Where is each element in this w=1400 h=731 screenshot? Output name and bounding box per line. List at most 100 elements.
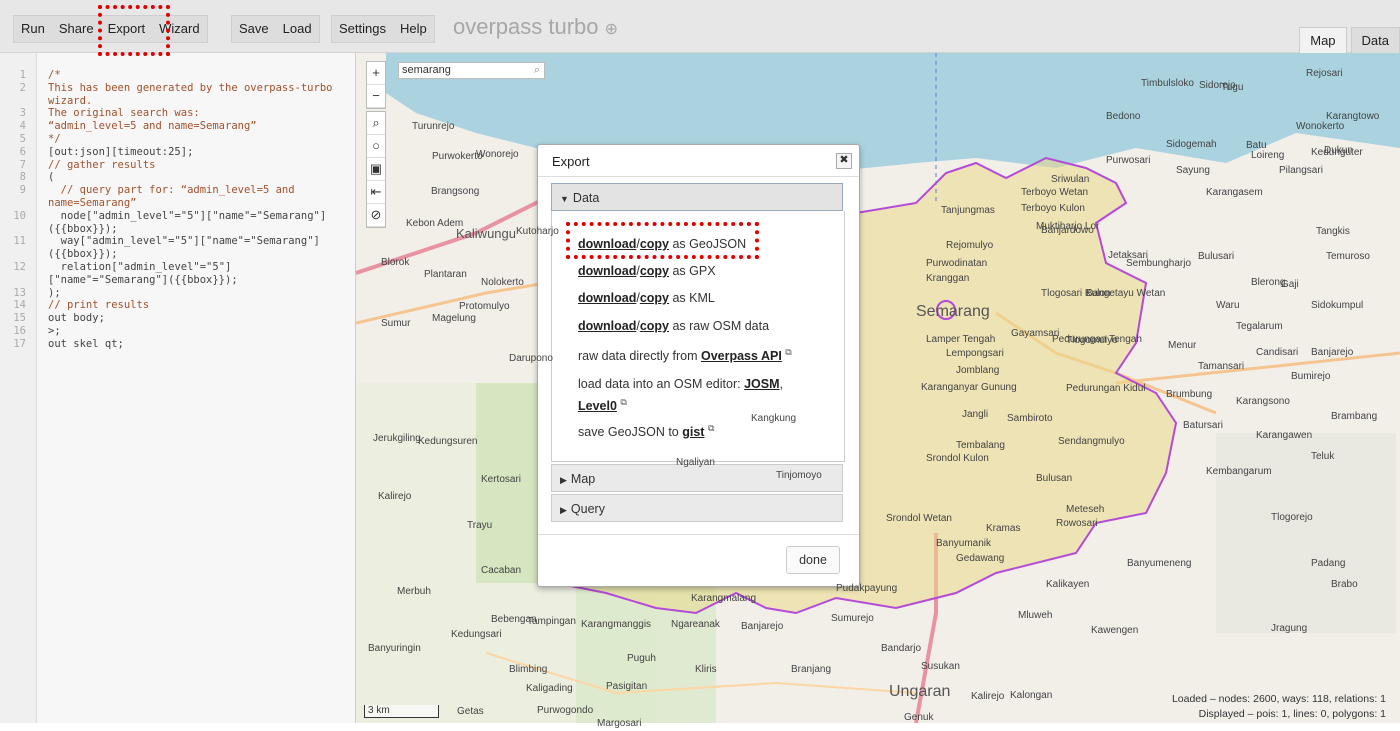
save-load-group: Save Load bbox=[231, 15, 320, 43]
map-place-label: Darupono bbox=[509, 353, 553, 364]
line-text: >; bbox=[48, 324, 61, 337]
line-text: // gather results bbox=[48, 158, 156, 171]
share-button[interactable]: Share bbox=[52, 16, 101, 42]
map-place-label: Protomulyo bbox=[459, 301, 510, 312]
fit-data-icon[interactable]: ⇤ bbox=[367, 181, 385, 204]
map-place-label: Gedawang bbox=[956, 553, 1005, 564]
map-place-label: Tamansari bbox=[1198, 361, 1245, 372]
map-place-label: Karanganyar Gunung bbox=[921, 382, 1017, 393]
theme-icon[interactable]: ⊘ bbox=[367, 204, 385, 227]
save-button[interactable]: Save bbox=[232, 16, 276, 42]
close-icon[interactable]: ✖ bbox=[836, 153, 852, 169]
map-place-label: Brambang bbox=[1331, 411, 1378, 422]
settings-button[interactable]: Settings bbox=[332, 16, 393, 42]
map-place-label: Sidokumpul bbox=[1311, 300, 1364, 311]
code-line: 4 “admin_level=5 and name=Semarang” bbox=[0, 120, 338, 133]
external-link-icon: ⧉ bbox=[785, 347, 792, 357]
code-line: 6 [out:json][timeout:25]; bbox=[0, 146, 338, 159]
map-place-label: Blorok bbox=[381, 257, 410, 268]
query-editor[interactable]: 1 /* 2 This has been generated by the overp… bbox=[0, 53, 356, 723]
map-place-label: Banjardowo bbox=[1041, 225, 1094, 236]
josm-link[interactable]: JOSM bbox=[744, 377, 779, 391]
load-button[interactable]: Load bbox=[276, 16, 319, 42]
copy-raw-link[interactable]: copy bbox=[640, 319, 669, 333]
zoom-out-button[interactable]: − bbox=[367, 85, 385, 108]
map-place-label: Margosari bbox=[597, 718, 642, 729]
map-place-label: Ungaran bbox=[889, 683, 951, 700]
map-place-label: Brangsong bbox=[431, 186, 480, 197]
code-line: 3 The original search was: bbox=[0, 107, 338, 120]
section-data-label: Data bbox=[572, 191, 600, 205]
settings-help-group: Settings Help bbox=[331, 15, 435, 43]
line-text: ( bbox=[48, 171, 55, 184]
overpass-api-link[interactable]: Overpass API bbox=[701, 349, 782, 363]
code-line: 12 relation["admin_level"="5"]["name"="S… bbox=[0, 261, 338, 287]
gear-icon: ⊕ bbox=[604, 21, 619, 38]
map-place-label: Pilangsari bbox=[1279, 165, 1323, 176]
line-text: // query part for: “admin_level=5 and na… bbox=[48, 184, 301, 209]
copy-gpx-link[interactable]: copy bbox=[640, 264, 669, 278]
map-place-label: Srondol Wetan bbox=[886, 513, 952, 524]
search-zoom-icon[interactable]: ⌕ bbox=[367, 112, 385, 135]
map-place-label: Gaji bbox=[1281, 279, 1299, 290]
tab-map[interactable]: Map bbox=[1299, 27, 1347, 54]
level0-link[interactable]: Level0 bbox=[578, 399, 617, 413]
line-number: 8 bbox=[19, 171, 26, 184]
map-place-label: Blimbing bbox=[509, 664, 548, 675]
code-line: 9 // query part for: “admin_level=5 and … bbox=[0, 184, 338, 210]
map-place-label: Semarang bbox=[916, 303, 990, 320]
map-place-label: Kedunguter bbox=[1311, 147, 1363, 158]
map-place-label: Karangawen bbox=[1256, 430, 1313, 441]
map-place-label: Kranggan bbox=[926, 273, 970, 284]
map-layer-icon[interactable]: ▣ bbox=[367, 158, 385, 181]
tab-data[interactable]: Data bbox=[1350, 27, 1400, 54]
done-button[interactable]: done bbox=[786, 546, 840, 574]
map-place-label: Bulusari bbox=[1198, 251, 1235, 262]
line-text: node["admin_level"="5"]["name"="Semarang… bbox=[48, 209, 327, 235]
external-link-icon: ⧉ bbox=[707, 423, 715, 433]
zoom-in-button[interactable]: + bbox=[367, 62, 385, 85]
run-button[interactable]: Run bbox=[14, 16, 52, 42]
download-raw-link[interactable]: download bbox=[578, 319, 636, 333]
map-search-input[interactable]: semarang ⌕ bbox=[398, 62, 545, 79]
map-place-label: Temuroso bbox=[1326, 251, 1370, 262]
raw-direct-option: raw data directly from Overpass API ⧉ bbox=[578, 347, 792, 363]
line-text: out body; bbox=[48, 312, 105, 325]
map-place-label: Kaliwungu bbox=[456, 226, 516, 241]
comma-label: , bbox=[779, 377, 783, 391]
map-place-label: Susukan bbox=[921, 661, 960, 672]
export-dialog: Export ✖ ▼ Data download/copy as GeoJSON … bbox=[537, 144, 860, 587]
download-gpx-link[interactable]: download bbox=[578, 264, 636, 278]
map-place-label: Banyuringin bbox=[368, 643, 421, 654]
map-place-label: Kliris bbox=[695, 664, 717, 675]
map-place-label: Terboyo Wetan bbox=[1021, 187, 1089, 198]
map-place-label: Waru bbox=[1216, 300, 1240, 311]
map-place-label: Mluweh bbox=[1018, 610, 1053, 621]
line-number: 10 bbox=[13, 209, 26, 222]
map-place-label: Bangetayu Wetan bbox=[1086, 288, 1166, 299]
copy-kml-link[interactable]: copy bbox=[640, 291, 669, 305]
map-place-label: Loireng bbox=[1251, 150, 1285, 161]
export-gpx-option: download/copy as GPX bbox=[578, 264, 716, 278]
locate-icon[interactable]: ○ bbox=[367, 135, 385, 158]
geojson-highlight bbox=[566, 222, 759, 259]
section-query-header[interactable]: ▶ Query bbox=[551, 494, 843, 522]
map-place-label: Kalirejo bbox=[378, 491, 412, 502]
map-place-label: Puguh bbox=[627, 653, 656, 664]
section-data-header[interactable]: ▼ Data bbox=[551, 183, 843, 211]
map-place-label: Banyumeneng bbox=[1127, 558, 1192, 569]
help-button[interactable]: Help bbox=[393, 16, 434, 42]
map-place-label: Ngareanak bbox=[671, 619, 720, 630]
line-text: */ bbox=[48, 132, 61, 145]
map-place-label: Pedurungan Kidul bbox=[1066, 383, 1146, 394]
gist-link[interactable]: gist bbox=[682, 425, 704, 439]
map-place-label: Bedono bbox=[1106, 111, 1141, 122]
map-place-label: Padang bbox=[1311, 558, 1346, 569]
download-kml-link[interactable]: download bbox=[578, 291, 636, 305]
line-number: 14 bbox=[13, 299, 26, 312]
map-place-label: Kangkung bbox=[751, 413, 797, 424]
map-place-label: Tanjungmas bbox=[941, 205, 995, 216]
map-place-label: Kedungsari bbox=[451, 629, 502, 640]
map-place-label: Getas bbox=[457, 706, 484, 717]
code-line: 15 out body; bbox=[0, 312, 338, 325]
